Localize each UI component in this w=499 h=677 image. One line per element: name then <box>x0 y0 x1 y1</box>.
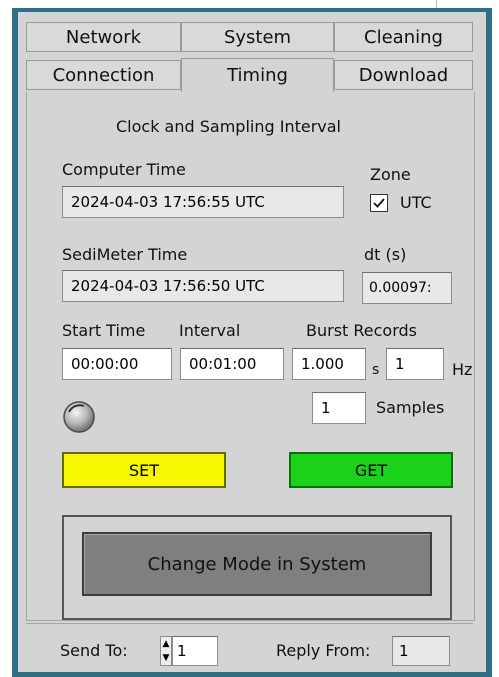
seconds-unit-label: s <box>372 362 380 378</box>
burst-hz-input[interactable]: 1 <box>386 348 444 380</box>
stepper-up-icon[interactable]: ▲ <box>161 637 171 651</box>
change-mode-button[interactable]: Change Mode in System <box>82 532 432 596</box>
tab-download[interactable]: Download <box>334 60 473 90</box>
samples-input[interactable]: 1 <box>312 392 366 424</box>
burst-records-label: Burst Records <box>306 321 418 340</box>
set-button[interactable]: SET <box>62 452 226 488</box>
utc-checkbox[interactable] <box>370 194 388 212</box>
utc-checkbox-label: UTC <box>400 193 432 212</box>
sedimeter-time-field: 2024-04-03 17:56:50 UTC <box>62 270 344 302</box>
dt-label: dt (s) <box>364 245 407 264</box>
tab-timing[interactable]: Timing <box>181 58 334 92</box>
reply-from-field: 1 <box>392 636 450 666</box>
dt-field: 0.00097: <box>362 272 452 304</box>
zone-label: Zone <box>370 165 411 184</box>
tab-connection[interactable]: Connection <box>26 60 181 90</box>
section-title: Clock and Sampling Interval <box>116 117 341 136</box>
reply-from-label: Reply From: <box>276 641 371 660</box>
interval-input[interactable]: 00:01:00 <box>180 348 284 380</box>
send-to-input[interactable]: 1 <box>172 636 218 666</box>
stepper-down-icon[interactable]: ▼ <box>161 651 171 665</box>
computer-time-field: 2024-04-03 17:56:55 UTC <box>62 186 344 218</box>
tab-system[interactable]: System <box>181 22 334 52</box>
interval-label: Interval <box>179 321 241 340</box>
send-to-label: Send To: <box>60 641 128 660</box>
status-led-icon <box>63 401 95 433</box>
get-button[interactable]: GET <box>289 452 453 488</box>
samples-label: Samples <box>376 398 445 417</box>
start-time-label: Start Time <box>62 321 146 340</box>
sedimeter-time-label: SediMeter Time <box>62 245 188 264</box>
hz-unit-label: Hz <box>452 360 473 379</box>
send-to-stepper[interactable]: ▲ ▼ <box>160 636 172 666</box>
tab-network[interactable]: Network <box>26 22 181 52</box>
burst-seconds-input[interactable]: 1.000 <box>292 348 366 380</box>
computer-time-label: Computer Time <box>62 160 186 179</box>
tab-cleaning[interactable]: Cleaning <box>334 22 473 52</box>
checkmark-icon <box>373 198 385 208</box>
start-time-input[interactable]: 00:00:00 <box>62 348 172 380</box>
